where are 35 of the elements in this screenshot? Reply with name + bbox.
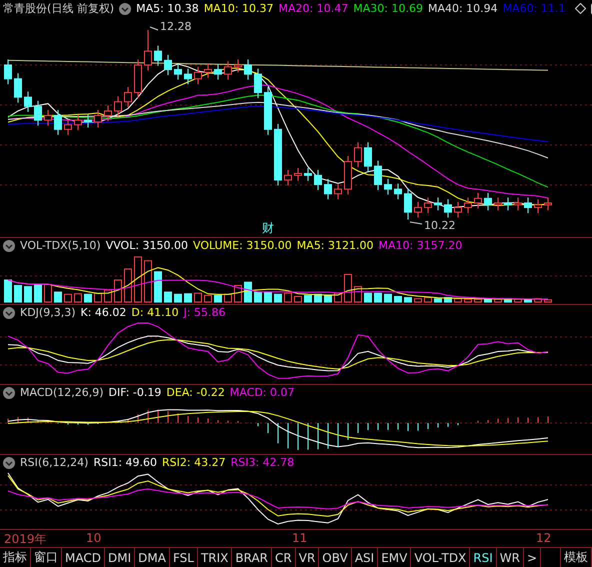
indicator-value: DEA: -0.22 <box>166 386 225 399</box>
indicator-value: MA5: 3121.00 <box>296 239 374 252</box>
indicator-title: MACD(12,26,9) <box>20 386 104 399</box>
date-label: 10 <box>86 531 102 545</box>
indicator-value: J: 55.86 <box>184 306 226 319</box>
indicator-value: VVOL: 3150.00 <box>106 239 188 252</box>
event-marker[interactable]: 财 <box>262 221 274 235</box>
moving-average-value: MA40: 10.94 <box>428 2 498 15</box>
indicator-title: VOL-TDX(5,10) <box>20 239 101 252</box>
price-label: 10.22 <box>424 219 456 232</box>
indicator-tab[interactable]: 指标 <box>0 548 31 567</box>
indicator-value: RSI2: 43.27 <box>162 456 226 469</box>
moving-average-value: MA20: 10.47 <box>278 2 348 15</box>
date-label: 11 <box>292 531 308 545</box>
indicator-title: RSI(6,12,24) <box>20 456 88 469</box>
indicator-value: K: 46.02 <box>80 306 126 319</box>
indicator-value: D: 41.10 <box>131 306 179 319</box>
moving-average-value: MA60: 11.1 <box>502 2 566 15</box>
indicator-value: DIF: -0.19 <box>108 386 162 399</box>
indicator-value: MACD: 0.07 <box>230 386 294 399</box>
template-button[interactable]: 模板 <box>561 548 592 567</box>
indicator-value: VOLUME: 3150.00 <box>193 239 292 252</box>
indicator-tab[interactable]: TRIX <box>198 548 232 567</box>
date-label: 12 <box>536 531 552 545</box>
indicator-value: RSI1: 49.60 <box>93 456 158 469</box>
indicator-value: MA10: 3157.20 <box>378 239 462 252</box>
moving-average-value: MA5: 10.38 <box>136 2 199 15</box>
moving-average-value: MA10: 10.37 <box>204 2 274 15</box>
indicator-tab[interactable]: VR <box>296 548 320 567</box>
stock-title: 常青股份(日线 前复权) <box>3 1 114 16</box>
date-label: 2019年 <box>4 531 47 548</box>
moving-average-value: MA30: 10.69 <box>353 2 423 15</box>
indicator-title: KDJ(9,3,3) <box>20 306 76 319</box>
price-label: 12.28 <box>160 20 192 33</box>
indicator-value: RSI3: 42.78 <box>230 456 294 469</box>
